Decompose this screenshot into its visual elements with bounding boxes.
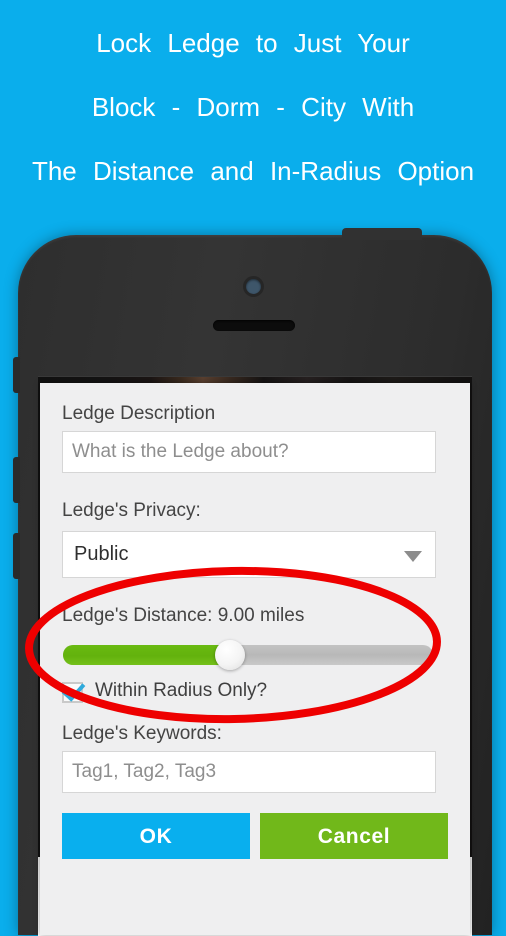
speaker-grille-icon — [213, 320, 295, 331]
chevron-down-icon — [404, 551, 422, 562]
promo-header: Lock Ledge to Just Your Block - Dorm - C… — [0, 0, 506, 212]
ledge-distance-label: Ledge's Distance: 9.00 miles — [62, 605, 305, 626]
promo-headline-line-2: Block - Dorm - City With — [91, 92, 415, 122]
slider-thumb[interactable] — [214, 640, 245, 670]
ledge-privacy-label: Ledge's Privacy: — [62, 500, 201, 521]
phone-mockup: Ledge Description What is the Ledge abou… — [13, 228, 492, 936]
ledge-distance-slider[interactable] — [63, 640, 433, 670]
promo-headline-line-3: The Distance and In-Radius Option — [31, 156, 475, 186]
volume-up-button[interactable] — [13, 457, 20, 503]
ledge-privacy-select[interactable]: Public — [62, 531, 436, 578]
cancel-button[interactable]: Cancel — [260, 813, 448, 859]
within-radius-label: Within Radius Only? — [95, 680, 268, 701]
volume-down-button[interactable] — [13, 533, 20, 579]
slider-fill — [63, 645, 230, 665]
camera-icon — [246, 279, 261, 294]
silent-switch[interactable] — [13, 357, 20, 393]
ledge-keywords-input[interactable]: Tag1, Tag2, Tag3 — [62, 751, 436, 793]
ok-button[interactable]: OK — [62, 813, 250, 859]
ledge-description-input[interactable]: What is the Ledge about? — [62, 431, 436, 473]
ledge-description-label: Ledge Description — [62, 403, 216, 424]
promo-headline-line-1: Lock Ledge to Just Your — [96, 28, 410, 58]
check-icon — [61, 677, 86, 702]
power-button[interactable] — [342, 228, 422, 240]
ledge-privacy-selected-value: Public — [74, 543, 129, 565]
create-ledge-dialog: Ledge Description What is the Ledge abou… — [40, 383, 470, 935]
dialog-button-row: OK Cancel — [62, 813, 448, 859]
ledge-keywords-label: Ledge's Keywords: — [62, 723, 222, 744]
within-radius-checkbox[interactable] — [61, 677, 86, 703]
